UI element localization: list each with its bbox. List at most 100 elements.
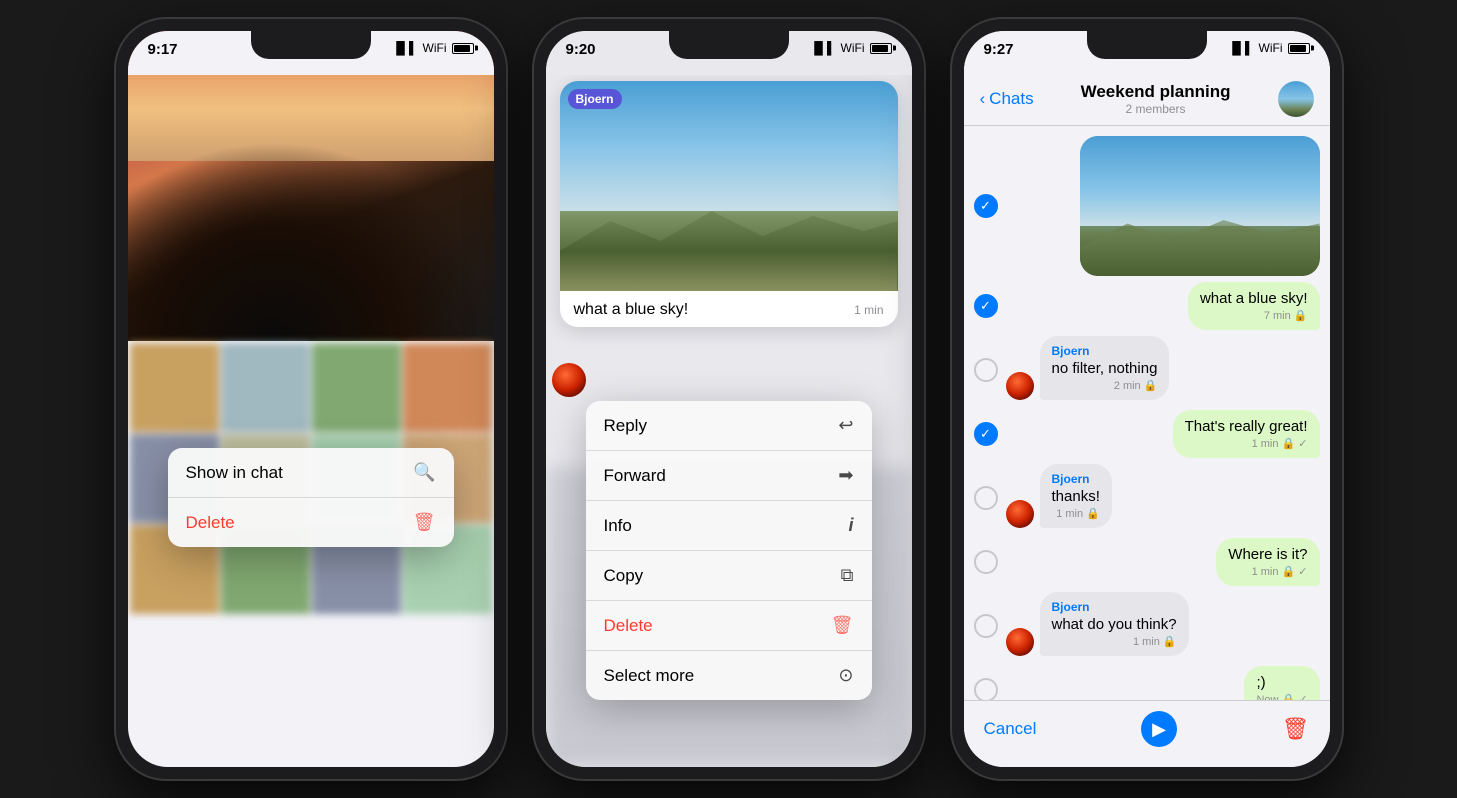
bubble-bluesky: what a blue sky! 7 min 🔒	[1188, 282, 1320, 330]
signal-icon-1: ▐▌▌	[392, 41, 418, 55]
bubble-wink-text: ;)	[1256, 674, 1307, 691]
bubble-great-meta: 1 min 🔒 ✓	[1185, 437, 1308, 450]
select-circle-nofilter[interactable]	[974, 358, 998, 382]
time-2: 9:20	[566, 41, 596, 58]
sender-avatar-2	[552, 363, 586, 397]
phone1-screen: 9:17 ▐▌▌ WiFi	[128, 31, 494, 767]
context-delete-2[interactable]: Delete 🗑	[586, 601, 872, 651]
context-delete-2-label: Delete	[604, 616, 653, 636]
wifi-icon-2: WiFi	[841, 41, 865, 55]
back-chevron-icon: ‹	[980, 89, 986, 109]
select-circle-great[interactable]: ✓	[974, 422, 998, 446]
forward-button-3[interactable]: ▶	[1141, 711, 1177, 747]
back-label-3: Chats	[989, 89, 1033, 109]
select-circle-wink[interactable]	[974, 678, 998, 700]
msg-think-msg: Bjoern what do you think? 1 min 🔒	[1006, 592, 1320, 656]
msg-thanks-msg: Bjoern thanks! 1 min 🔒	[1006, 464, 1320, 528]
msg-nofilter-msg: Bjoern no filter, nothing 2 min 🔒	[1006, 336, 1320, 400]
status-icons-1: ▐▌▌ WiFi	[392, 41, 474, 55]
bubble-thanks-text: thanks!	[1052, 488, 1100, 505]
gallery-cell-4	[403, 343, 492, 432]
chat-header-center-3: Weekend planning 2 members	[1081, 82, 1231, 116]
context-menu-1: Show in chat 🔍 Delete 🗑	[168, 448, 454, 547]
context-forward-label: Forward	[604, 466, 666, 486]
context-info[interactable]: Info i	[586, 501, 872, 551]
phone-3: 9:27 ▐▌▌ WiFi ‹ Chats Weekend planning 2…	[952, 19, 1342, 779]
chat-bottom-bar-3: Cancel ▶ 🗑	[964, 700, 1330, 767]
select-circle-where[interactable]	[974, 550, 998, 574]
msg-where-row: Where is it? 1 min 🔒 ✓	[974, 538, 1320, 586]
chat-avatar-3[interactable]	[1278, 81, 1314, 117]
chat-title-3: Weekend planning	[1081, 82, 1231, 102]
select-circle-thanks[interactable]	[974, 486, 998, 510]
copy-icon: ⧉	[841, 565, 854, 586]
gallery-cell-3	[312, 343, 401, 432]
msg-image-row: ✓	[974, 136, 1320, 276]
delete-icon-1: 🗑	[413, 512, 436, 533]
reply-icon: ↩	[838, 415, 853, 436]
info-icon: i	[848, 515, 853, 536]
bubble-wink-meta: Now 🔒 ✓	[1256, 693, 1307, 700]
bubble-thanks-sender: Bjoern	[1052, 472, 1100, 486]
battery-icon-1	[452, 43, 474, 54]
bubble-bluesky-text: what a blue sky!	[1200, 290, 1308, 307]
bubble-think-meta: 1 min 🔒	[1052, 635, 1177, 648]
bubble-think-sender: Bjoern	[1052, 600, 1177, 614]
context-copy[interactable]: Copy ⧉	[586, 551, 872, 601]
msg-think-row: Bjoern what do you think? 1 min 🔒	[974, 592, 1320, 660]
avatar-bjoern-3	[1006, 628, 1034, 656]
chat-image-msg-3	[1080, 136, 1320, 276]
context-reply[interactable]: Reply ↩	[586, 401, 872, 451]
bubble-where-text: Where is it?	[1228, 546, 1307, 563]
select-more-icon: ⊙	[838, 665, 853, 686]
context-delete-1-label: Delete	[186, 513, 235, 533]
back-button-3[interactable]: ‹ Chats	[980, 89, 1034, 109]
context-show-in-chat[interactable]: Show in chat 🔍	[168, 448, 454, 498]
time-1: 9:17	[148, 41, 178, 58]
delete-button-3[interactable]: 🗑	[1282, 716, 1310, 742]
select-circle-image[interactable]: ✓	[974, 194, 998, 218]
bubble-wink: ;) Now 🔒 ✓	[1244, 666, 1319, 700]
msg-wink-row: ;) Now 🔒 ✓	[974, 666, 1320, 700]
context-copy-label: Copy	[604, 566, 644, 586]
phones-container: 9:17 ▐▌▌ WiFi	[116, 19, 1342, 779]
context-delete-1[interactable]: Delete 🗑	[168, 498, 454, 547]
bubble-great-text: That's really great!	[1185, 418, 1308, 435]
context-info-label: Info	[604, 516, 632, 536]
context-menu-2: Reply ↩ Forward ➡ Info i Copy ⧉ Delete	[586, 401, 872, 700]
chat-image-sky-3	[1080, 136, 1320, 226]
notch-2	[669, 31, 789, 59]
chat-subtitle-3: 2 members	[1081, 102, 1231, 116]
cancel-button-3[interactable]: Cancel	[984, 719, 1037, 739]
bubble-think: Bjoern what do you think? 1 min 🔒	[1040, 592, 1189, 656]
bubble-nofilter-text: no filter, nothing	[1052, 360, 1158, 377]
forward-arrow-icon: ▶	[1152, 719, 1166, 740]
message-card-2: Bjoern what a blue sky! 1 min	[560, 81, 898, 327]
bubble-think-text: what do you think?	[1052, 616, 1177, 633]
show-in-chat-icon: 🔍	[413, 462, 435, 483]
msg-card-footer-2: what a blue sky! 1 min	[560, 291, 898, 327]
gallery-cell-1	[130, 343, 219, 432]
messages-area-3: ✓ ✓ what a blue sky! 7 min 🔒	[964, 126, 1330, 700]
phone2-screen: 9:20 ▐▌▌ WiFi Bjoern what a blue sky!	[546, 31, 912, 767]
bubble-where-meta: 1 min 🔒 ✓	[1228, 565, 1307, 578]
notch-3	[1087, 31, 1207, 59]
msg-great-row: ✓ That's really great! 1 min 🔒 ✓	[974, 410, 1320, 458]
msg-thanks-row: Bjoern thanks! 1 min 🔒	[974, 464, 1320, 532]
msg-card-text-2: what a blue sky!	[574, 301, 689, 319]
context-forward[interactable]: Forward ➡	[586, 451, 872, 501]
bubble-great: That's really great! 1 min 🔒 ✓	[1173, 410, 1320, 458]
bubble-thanks-meta: 1 min 🔒	[1052, 507, 1100, 520]
select-circle-bluesky[interactable]: ✓	[974, 294, 998, 318]
context-select-more-label: Select more	[604, 666, 695, 686]
signal-icon-3: ▐▌▌	[1228, 41, 1254, 55]
tree-silhouette-1	[128, 141, 494, 341]
avatar-bjoern-2	[1006, 500, 1034, 528]
battery-icon-3	[1288, 43, 1310, 54]
status-icons-2: ▐▌▌ WiFi	[810, 41, 892, 55]
gallery-cell-2	[221, 343, 310, 432]
select-circle-think[interactable]	[974, 614, 998, 638]
wifi-icon-1: WiFi	[423, 41, 447, 55]
context-select-more[interactable]: Select more ⊙	[586, 651, 872, 700]
phone-2: 9:20 ▐▌▌ WiFi Bjoern what a blue sky!	[534, 19, 924, 779]
